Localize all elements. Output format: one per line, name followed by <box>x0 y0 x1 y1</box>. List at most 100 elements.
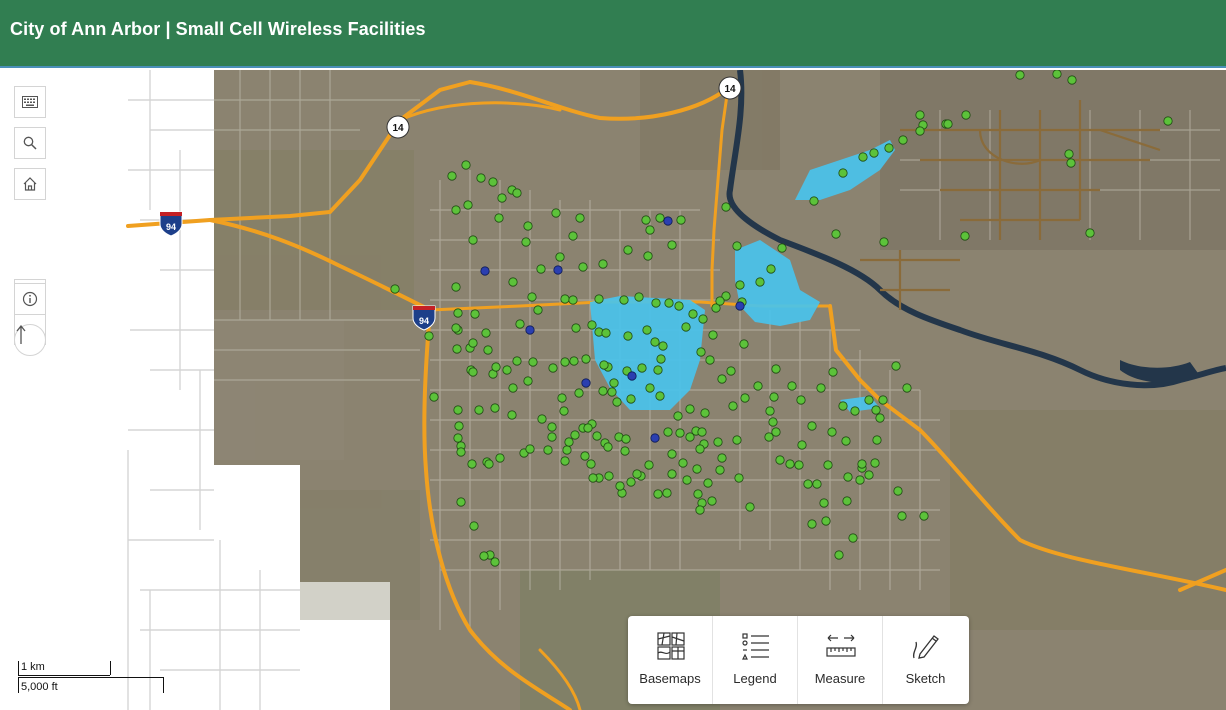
facility-point[interactable] <box>664 298 674 308</box>
facility-point[interactable] <box>451 323 461 333</box>
map-view[interactable]: 14 14 94 94 + <box>0 70 1226 710</box>
facility-point[interactable] <box>583 423 593 433</box>
facility-point[interactable] <box>667 469 677 479</box>
facility-point[interactable] <box>637 363 647 373</box>
facility-point[interactable] <box>587 320 597 330</box>
facility-point[interactable] <box>693 489 703 499</box>
facility-point[interactable] <box>515 319 525 329</box>
facility-point[interactable] <box>769 392 779 402</box>
facility-point[interactable] <box>726 366 736 376</box>
facility-point[interactable] <box>787 381 797 391</box>
facility-point[interactable] <box>715 465 725 475</box>
compass-button[interactable] <box>14 324 46 356</box>
facility-point[interactable] <box>685 432 695 442</box>
facility-point[interactable] <box>621 434 631 444</box>
facility-point[interactable] <box>447 171 457 181</box>
sketch-button[interactable]: Sketch <box>883 616 968 704</box>
facility-point[interactable] <box>626 477 636 487</box>
facility-point[interactable] <box>915 110 925 120</box>
facility-point[interactable] <box>675 428 685 438</box>
facility-point[interactable] <box>523 376 533 386</box>
facility-point[interactable] <box>586 459 596 469</box>
facility-point[interactable] <box>732 435 742 445</box>
search-button[interactable] <box>14 127 46 159</box>
facility-point[interactable] <box>755 277 765 287</box>
facility-point[interactable] <box>607 387 617 397</box>
measure-button[interactable]: Measure <box>798 616 883 704</box>
facility-point[interactable] <box>891 361 901 371</box>
facility-point[interactable] <box>468 367 478 377</box>
facility-point[interactable] <box>745 502 755 512</box>
facility-point[interactable] <box>685 404 695 414</box>
facility-point[interactable] <box>823 460 833 470</box>
facility-point[interactable] <box>1067 75 1077 85</box>
info-button[interactable] <box>14 283 46 315</box>
facility-point[interactable] <box>768 417 778 427</box>
facility-point[interactable] <box>594 294 604 304</box>
facility-point[interactable] <box>785 459 795 469</box>
facility-point[interactable] <box>574 388 584 398</box>
facility-point[interactable] <box>858 152 868 162</box>
facility-point[interactable] <box>601 328 611 338</box>
map-canvas[interactable]: 14 14 94 94 <box>0 70 1226 710</box>
keyboard-button[interactable] <box>14 86 46 118</box>
facility-point[interactable] <box>771 364 781 374</box>
facility-point[interactable] <box>1015 70 1025 80</box>
facility-point[interactable] <box>1066 158 1076 168</box>
facility-point[interactable] <box>697 427 707 437</box>
facility-point[interactable] <box>578 262 588 272</box>
facility-point[interactable] <box>831 229 841 239</box>
facility-point[interactable] <box>581 354 591 364</box>
facility-point[interactable] <box>424 331 434 341</box>
facility-point[interactable] <box>796 395 806 405</box>
facility-point[interactable] <box>467 459 477 469</box>
facility-point[interactable] <box>819 498 829 508</box>
facility-point[interactable] <box>834 550 844 560</box>
facility-point[interactable] <box>695 505 705 515</box>
facility-point[interactable] <box>523 221 533 231</box>
facility-point[interactable] <box>620 446 630 456</box>
facility-point[interactable] <box>841 436 851 446</box>
facility-point[interactable] <box>555 252 565 262</box>
facility-point[interactable] <box>463 200 473 210</box>
facility-point[interactable] <box>878 395 888 405</box>
facility-point[interactable] <box>497 193 507 203</box>
facility-point[interactable] <box>667 449 677 459</box>
facility-point[interactable] <box>656 354 666 364</box>
facility-point[interactable] <box>650 337 660 347</box>
facility-point[interactable] <box>508 277 518 287</box>
facility-point[interactable] <box>483 345 493 355</box>
facility-point[interactable] <box>765 406 775 416</box>
facility-point[interactable] <box>453 405 463 415</box>
facility-point[interactable] <box>721 202 731 212</box>
facility-point[interactable] <box>943 119 953 129</box>
facility-point[interactable] <box>644 460 654 470</box>
facility-point[interactable] <box>893 486 903 496</box>
facility-point[interactable] <box>474 405 484 415</box>
facility-point[interactable] <box>717 374 727 384</box>
facility-point[interactable] <box>688 309 698 319</box>
home-button[interactable] <box>14 168 46 200</box>
facility-point[interactable] <box>897 511 907 521</box>
facility-point[interactable] <box>562 445 572 455</box>
facility-point[interactable] <box>884 143 894 153</box>
facility-point[interactable] <box>842 496 852 506</box>
facility-point[interactable] <box>568 231 578 241</box>
facility-point[interactable] <box>871 405 881 415</box>
facility-point[interactable] <box>632 469 642 479</box>
facility-point[interactable] <box>1052 70 1062 79</box>
facility-point[interactable] <box>560 456 570 466</box>
facility-point[interactable] <box>662 488 672 498</box>
facility-point[interactable] <box>551 208 561 218</box>
facility-point[interactable] <box>512 356 522 366</box>
facility-point[interactable] <box>740 393 750 403</box>
facility-point[interactable] <box>461 160 471 170</box>
facility-point[interactable] <box>807 519 817 529</box>
facility-point[interactable] <box>828 367 838 377</box>
facility-point[interactable] <box>612 397 622 407</box>
facility-point-alt[interactable] <box>581 378 591 388</box>
facility-point-alt[interactable] <box>553 265 563 275</box>
facility-point[interactable] <box>855 475 865 485</box>
facility-point[interactable] <box>634 292 644 302</box>
facility-point[interactable] <box>1085 228 1095 238</box>
